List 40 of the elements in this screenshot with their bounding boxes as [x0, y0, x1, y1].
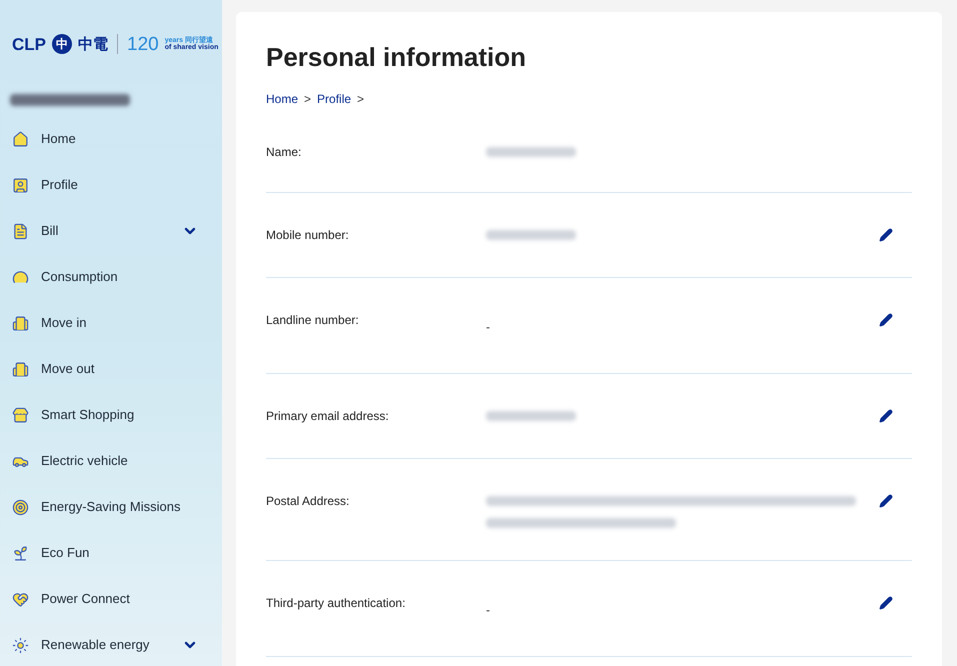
home-icon [12, 130, 29, 148]
logo-chinese: 中電 [78, 36, 108, 52]
profile-icon [12, 176, 29, 194]
field-label: Landline number: [266, 312, 360, 328]
heart-icon [12, 590, 29, 608]
breadcrumb-link[interactable]: Home [266, 90, 298, 108]
logo-mark: 中 [52, 34, 72, 54]
sprout-icon [12, 544, 29, 562]
document-icon [12, 222, 29, 240]
sidebar-item[interactable]: Move in [0, 300, 222, 346]
sidebar-item[interactable]: Smart Shopping [0, 392, 222, 438]
field-value: - [486, 320, 490, 334]
anniversary-number: 120 [127, 34, 159, 54]
sidebar-item[interactable]: Power Connect [0, 576, 222, 622]
building-icon [12, 314, 29, 332]
sun-icon [12, 636, 29, 654]
field-label: Third-party authentication: [266, 595, 406, 611]
breadcrumb-separator: > [304, 91, 312, 108]
sidebar-item[interactable]: Home [0, 116, 222, 162]
page-title: Personal information [266, 44, 528, 70]
sidebar-item[interactable]: Electric vehicle [0, 438, 222, 484]
sidebar-item[interactable]: Consumption [0, 254, 222, 300]
sidebar-item[interactable]: Energy-Saving Missions [0, 484, 222, 530]
field-value: - [486, 603, 490, 617]
field-label: Primary email address: [266, 408, 390, 424]
field-label: Mobile number: [266, 227, 350, 243]
target-icon [12, 498, 29, 516]
building-icon [12, 360, 29, 378]
gauge-icon [12, 268, 29, 286]
breadcrumb-link[interactable]: Profile [317, 90, 352, 108]
breadcrumb-separator: > [357, 91, 364, 108]
logo-brand: CLP [12, 36, 46, 52]
sidebar-item[interactable]: Eco Fun [0, 530, 222, 576]
field-label: Name: [266, 144, 302, 160]
sidebar-item[interactable]: Move out [0, 346, 222, 392]
sidebar-item[interactable]: Bill [0, 208, 222, 254]
field-label: Postal Address: [266, 493, 350, 509]
shop-icon [12, 406, 29, 424]
sidebar-item[interactable]: Renewable energy [0, 622, 222, 666]
sidebar-item[interactable]: Profile [0, 162, 222, 208]
